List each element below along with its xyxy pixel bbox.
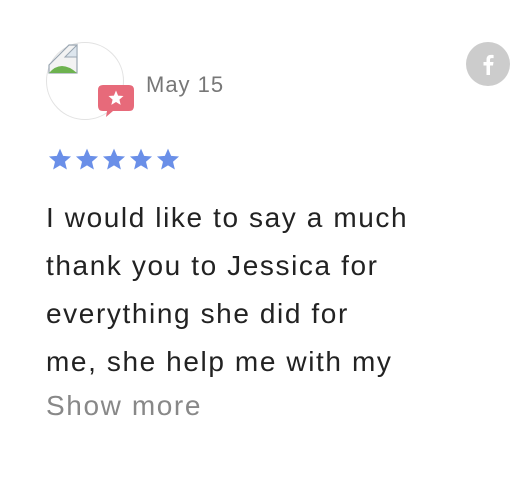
review-text-line: everything she did for [46,298,349,329]
star-icon [75,148,99,170]
facebook-icon [483,54,494,75]
review-text-line: I would like to say a much [46,202,409,233]
facebook-share-button[interactable] [466,42,510,86]
rating-stars [47,147,181,172]
star-icon [48,148,72,170]
review-card: May 15 I would like to say a much thank … [0,0,521,477]
star-icon [102,148,126,170]
review-text-line: thank you to Jessica for [46,250,379,281]
show-more-link[interactable]: Show more [46,386,202,426]
review-text: I would like to say a much thank you to … [46,194,486,386]
star-icon [129,148,153,170]
review-text-line: me, she help me with my [46,346,393,377]
star-badge-icon [98,85,134,117]
review-date: May 15 [146,72,225,97]
star-icon [156,148,180,170]
